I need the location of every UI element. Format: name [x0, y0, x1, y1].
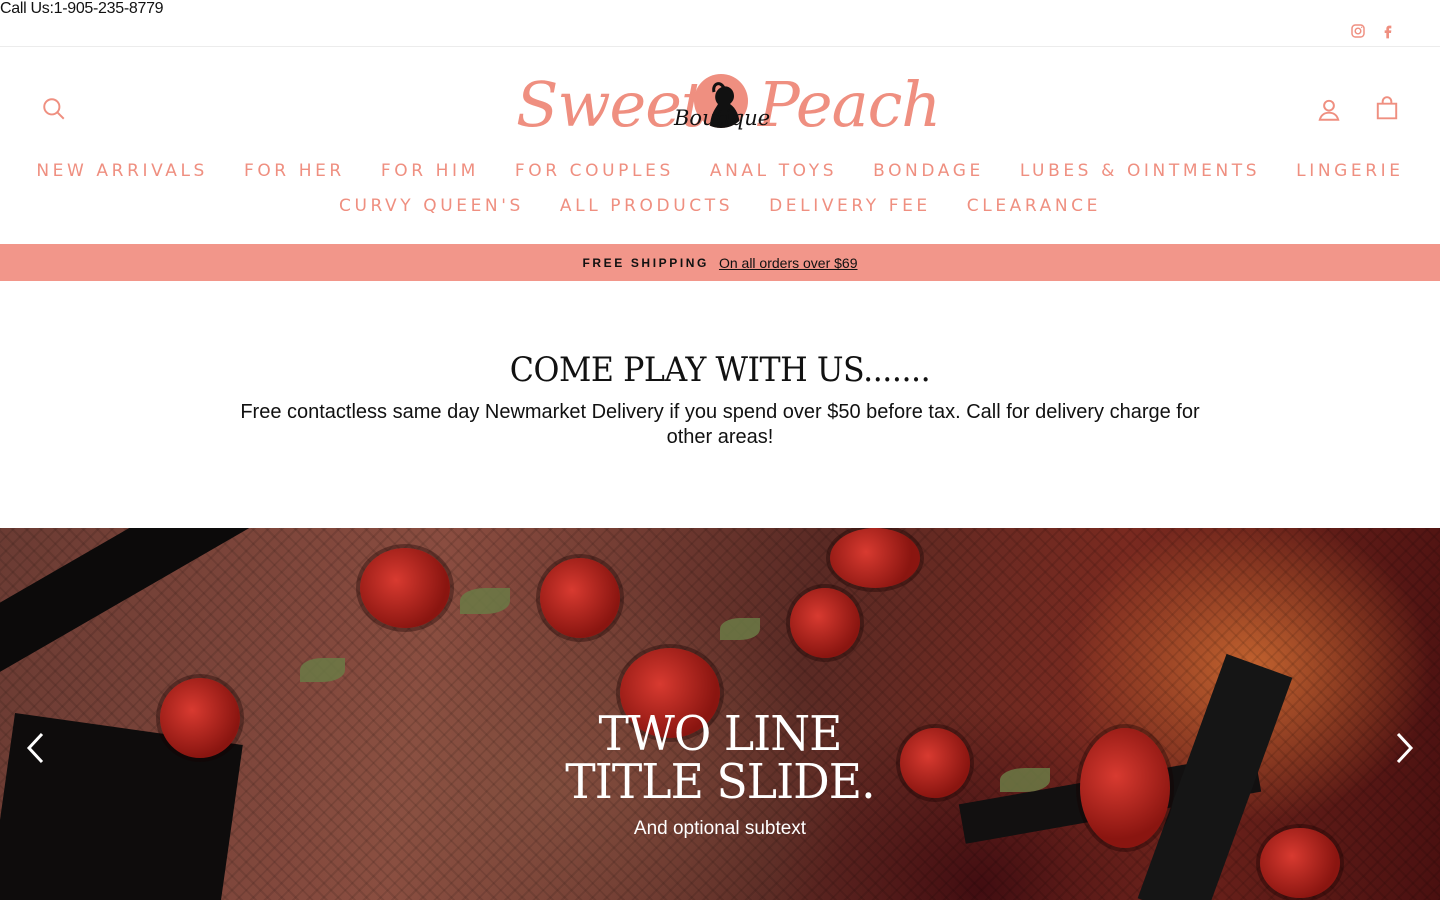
hero-image-leaf: [720, 618, 760, 640]
nav-for-her[interactable]: FOR HER: [244, 161, 345, 181]
intro-text: Free contactless same day Newmarket Deli…: [240, 401, 1200, 448]
search-icon[interactable]: [40, 95, 68, 123]
social-links: [1349, 22, 1396, 39]
slide-title: TWO LINE TITLE SLIDE.: [36, 710, 1404, 806]
logo-subtitle: Boutique: [674, 106, 771, 130]
nav-for-couples[interactable]: FOR COUPLES: [515, 161, 674, 181]
nav-lubes-ointments[interactable]: LUBES & OINTMENTS: [1020, 161, 1260, 181]
nav-anal-toys[interactable]: ANAL TOYS: [710, 161, 837, 181]
nav-clearance[interactable]: CLEARANCE: [967, 196, 1101, 216]
slide-subtext: And optional subtext: [633, 818, 807, 839]
top-bar: Call Us:1-905-235-8779: [0, 0, 1440, 47]
nav-curvy-queens[interactable]: CURVY QUEEN'S: [339, 196, 524, 216]
nav-new-arrivals[interactable]: NEW ARRIVALS: [36, 161, 208, 181]
hero-image-leaf: [460, 588, 510, 614]
call-us-text[interactable]: Call Us:1-905-235-8779: [0, 0, 164, 18]
intro-title: COME PLAY WITH US.......: [509, 350, 931, 390]
slide-title-line-1: TWO LINE: [598, 706, 842, 762]
hero-image-rose: [790, 588, 860, 658]
main-nav-row-2: CURVY QUEEN'S ALL PRODUCTS DELIVERY FEE …: [0, 196, 1440, 216]
site-header: Sweet Peach Boutique NEW ARRIVALS FOR HE…: [0, 48, 1440, 244]
intro-section: COME PLAY WITH US....... Free contactles…: [0, 350, 1440, 450]
facebook-icon[interactable]: [1379, 22, 1396, 39]
cart-icon[interactable]: [1372, 93, 1402, 123]
previous-slide-chevron-left-icon[interactable]: [20, 728, 50, 768]
next-slide-chevron-right-icon[interactable]: [1390, 728, 1420, 768]
hero-image-rose: [360, 548, 450, 628]
announcement-link[interactable]: On all orders over $69: [719, 255, 858, 271]
slide-title-line-2: TITLE SLIDE.: [565, 754, 875, 810]
hero-image-leaf: [300, 658, 345, 682]
user-icon[interactable]: [1314, 95, 1344, 125]
logo-word-right: Peach: [758, 68, 941, 141]
nav-delivery-fee[interactable]: DELIVERY FEE: [769, 196, 931, 216]
nav-bondage[interactable]: BONDAGE: [873, 161, 984, 181]
nav-for-him[interactable]: FOR HIM: [381, 161, 479, 181]
instagram-icon[interactable]: [1349, 22, 1366, 39]
hero-image-rose: [540, 558, 620, 638]
logo[interactable]: Sweet Peach Boutique: [516, 70, 941, 150]
hero-image-rose: [830, 528, 920, 588]
nav-lingerie[interactable]: LINGERIE: [1296, 161, 1403, 181]
hero-slideshow: TWO LINE TITLE SLIDE. And optional subte…: [0, 528, 1440, 900]
nav-all-products[interactable]: ALL PRODUCTS: [560, 196, 733, 216]
announcement-bar: FREE SHIPPING On all orders over $69: [0, 244, 1440, 281]
announcement-heading: FREE SHIPPING: [582, 255, 709, 270]
main-nav-row-1: NEW ARRIVALS FOR HER FOR HIM FOR COUPLES…: [0, 161, 1440, 181]
